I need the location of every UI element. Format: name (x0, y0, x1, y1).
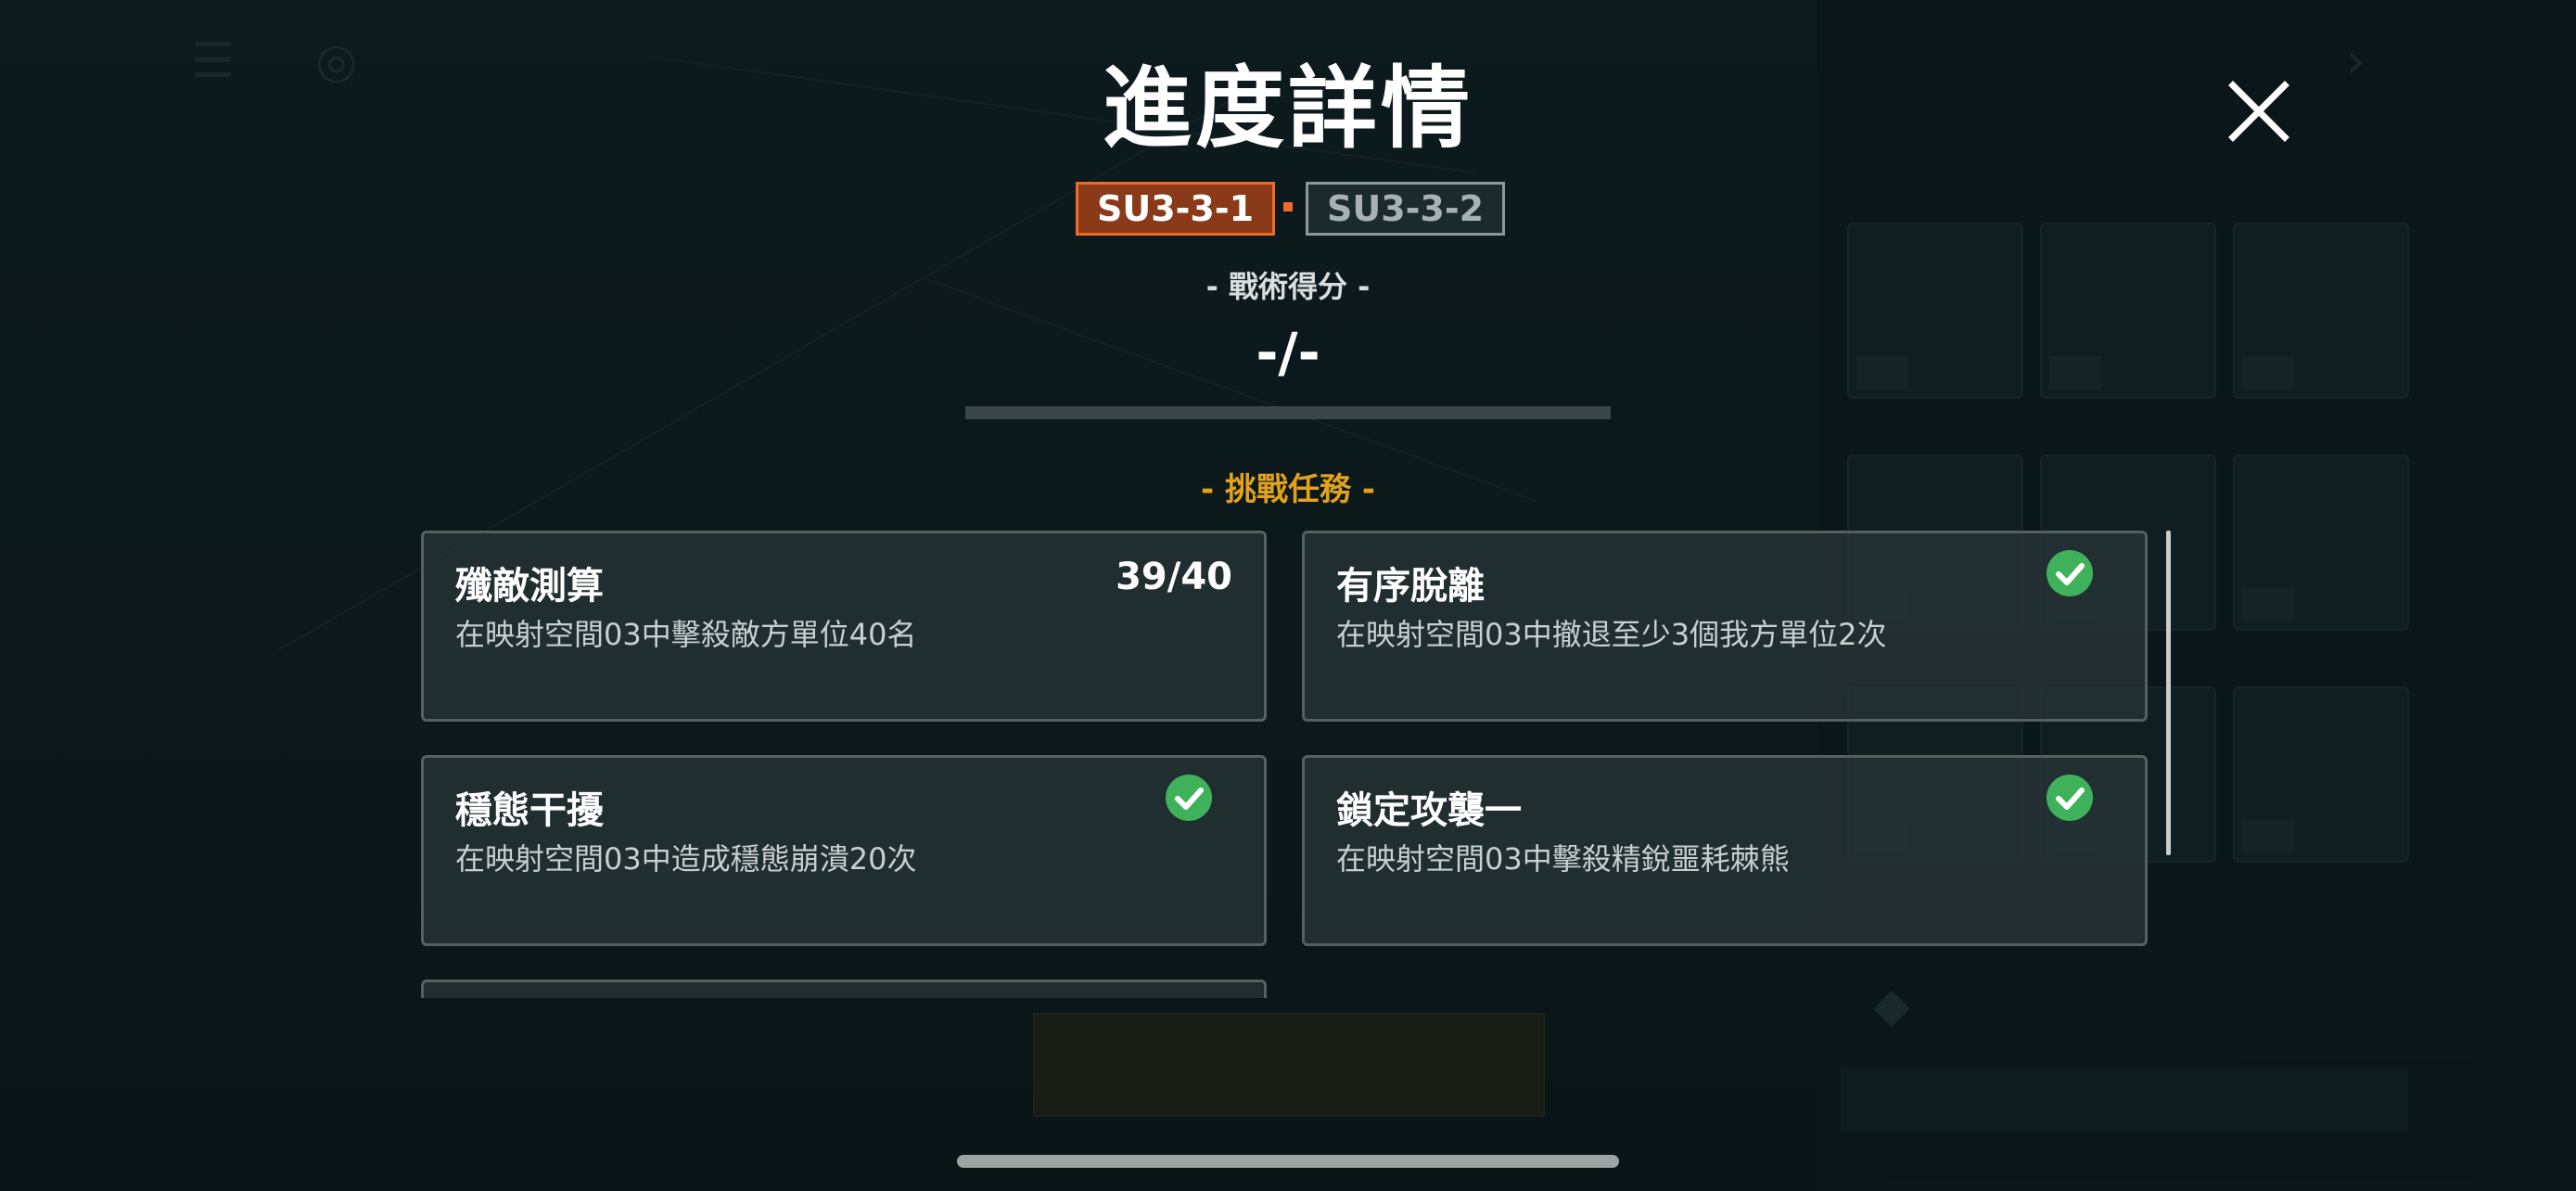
tactical-score-label: - 戰術得分 - (1205, 269, 1371, 304)
score-divider-bar (965, 406, 1611, 419)
modal-title: 進度詳情 (1103, 57, 1473, 160)
close-button[interactable] (2225, 78, 2292, 145)
modal-overlay (0, 0, 2576, 1191)
task-description: 在映射空間03中擊殺精銳噩耗棘熊 (1336, 841, 1790, 877)
task-description: 在映射空間03中造成穩態崩潰20次 (455, 841, 917, 877)
task-description: 在映射空間03中擊殺敵方單位40名 (455, 617, 917, 652)
check-circle-icon (1166, 775, 1212, 821)
stage-tabs: SU3-3-1 SU3-3-2 (0, 182, 2576, 236)
task-description: 在映射空間03中撤退至少3個我方單位2次 (1336, 617, 1887, 652)
tab-su3-3-2[interactable]: SU3-3-2 (1306, 182, 1506, 236)
tab-su3-3-1[interactable]: SU3-3-1 (1076, 182, 1276, 236)
stage-separator-dot (1283, 202, 1293, 211)
task-card[interactable]: 有序脫離 在映射空間03中撤退至少3個我方單位2次 (1302, 531, 2148, 722)
task-title: 穩態干擾 (455, 789, 604, 832)
task-progress: 39/40 (1116, 556, 1232, 598)
task-title: 殲敵測算 (455, 565, 604, 608)
task-card[interactable]: 鎖定攻襲一 在映射空間03中擊殺精銳噩耗棘熊 (1302, 755, 2148, 946)
task-list-scrollbar[interactable] (2166, 531, 2171, 855)
task-title: 鎖定攻襲一 (1336, 789, 1522, 832)
task-card-partial[interactable] (421, 980, 1267, 998)
task-title: 有序脫離 (1336, 565, 1485, 608)
task-card[interactable]: 穩態干擾 在映射空間03中造成穩態崩潰20次 (421, 755, 1267, 946)
check-circle-icon (2047, 550, 2093, 596)
close-icon (2228, 81, 2289, 142)
challenge-tasks-label: - 挑戰任務 - (1201, 471, 1375, 508)
check-circle-icon (2047, 775, 2093, 821)
home-indicator[interactable] (957, 1155, 1619, 1168)
tactical-score-value: -/- (1256, 321, 1320, 384)
task-card[interactable]: 殲敵測算 在映射空間03中擊殺敵方單位40名 39/40 (421, 531, 1267, 722)
